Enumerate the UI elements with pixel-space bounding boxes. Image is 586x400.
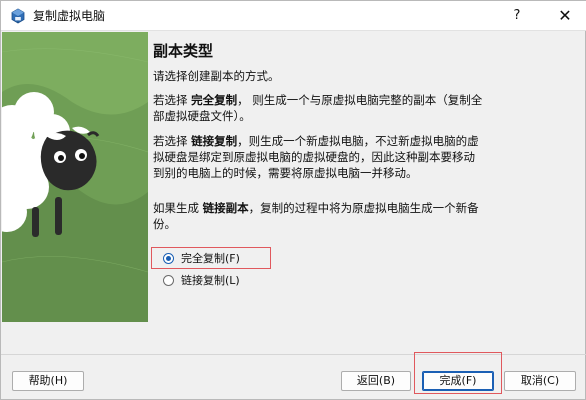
back-button[interactable]: 返回(B): [341, 371, 411, 391]
sheep-illustration: [2, 32, 148, 322]
full-clone-prefix: 若选择: [153, 93, 192, 107]
radio-full-clone[interactable]: 完全复制(F): [153, 249, 240, 267]
page-title: 副本类型: [153, 42, 214, 60]
snapshot-description: 如果生成 链接副本，复制的过程中将为原虚拟电脑生成一个新备份。: [153, 200, 483, 232]
sheep-illustration-icon: [2, 32, 148, 322]
intro-text: 请选择创建副本的方式。: [153, 69, 280, 83]
help-title-button[interactable]: ?: [507, 6, 527, 26]
finish-button[interactable]: 完成(F): [422, 371, 494, 391]
snapshot-prefix: 如果生成: [153, 201, 203, 215]
linked-clone-keyword: 链接复制: [191, 134, 238, 148]
linked-clone-description: 若选择 链接复制，则生成一个新虚拟电脑，不过新虚拟电脑的虚拟硬盘是绑定到原虚拟电…: [153, 133, 483, 181]
radio-linked-clone[interactable]: 链接复制(L): [153, 271, 240, 289]
cancel-button[interactable]: 取消(C): [504, 371, 576, 391]
window-title: 复制虚拟电脑: [33, 9, 106, 23]
full-clone-description: 若选择 完全复制， 则生成一个与原虚拟电脑完整的副本（复制全部虚拟硬盘文件）。: [153, 92, 483, 124]
close-button[interactable]: ✕: [553, 6, 577, 26]
help-button[interactable]: 帮助(H): [12, 371, 84, 391]
title-bar: 复制虚拟电脑 ? ✕: [1, 1, 586, 31]
snapshot-keyword: 链接副本: [202, 201, 249, 215]
linked-clone-prefix: 若选择: [153, 134, 192, 148]
radio-full-clone-indicator[interactable]: [163, 252, 174, 264]
radio-linked-clone-label[interactable]: 链接复制(L): [181, 272, 240, 288]
radio-full-clone-label[interactable]: 完全复制(F): [181, 250, 240, 266]
full-clone-keyword: 完全复制: [191, 93, 238, 107]
radio-linked-clone-indicator[interactable]: [163, 274, 174, 286]
virtualbox-icon: [11, 8, 25, 24]
dialog-window: 复制虚拟电脑 ? ✕ 副本类型 请选择创建副本的方式。 若选择 完全复制， 则生…: [0, 0, 586, 400]
